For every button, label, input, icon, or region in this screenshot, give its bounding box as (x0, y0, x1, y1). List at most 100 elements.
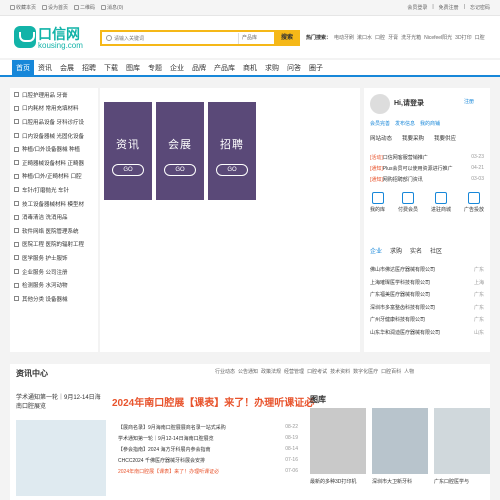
hot-search-item[interactable]: 口腔 (375, 34, 385, 41)
promo-news[interactable]: 资讯 GO (104, 102, 152, 200)
hot-search-item[interactable]: 3D打印 (455, 34, 471, 41)
news-tab[interactable]: 政策法规 (261, 368, 281, 375)
forgot-password-link[interactable]: 忘记密码 (470, 4, 490, 11)
promo-jobs[interactable]: 招聘 GO (208, 102, 256, 200)
site-logo[interactable]: 口信网 kousing.com (14, 24, 86, 52)
side-news-image[interactable] (16, 420, 106, 496)
news-tab[interactable]: 经营管理 (284, 368, 304, 375)
messages-link[interactable]: 消息(0) (101, 4, 123, 11)
category-item[interactable]: 医院工程 医院的辐射工程 (10, 238, 98, 252)
qrcode-link[interactable]: 二维码 (74, 4, 95, 11)
news-tab[interactable]: 技术资料 (330, 368, 350, 375)
go-button[interactable]: GO (164, 164, 196, 176)
category-item[interactable]: 企业服务 公司注册 (10, 265, 98, 279)
news-tab[interactable]: 数字化医疗 (353, 368, 378, 375)
quick-vip[interactable]: 付费会员 (398, 192, 418, 213)
news-item[interactable]: 【参会指南】2024 海方牙科展内参会指南 08-14 (118, 446, 298, 457)
gallery-image[interactable] (434, 408, 490, 474)
go-button[interactable]: GO (112, 164, 144, 176)
category-item[interactable]: 口腔用品设备 牙科诊疗设 (10, 115, 98, 129)
login-link[interactable]: 会员登录 (407, 4, 427, 11)
nav-purchase[interactable]: 求购 (261, 60, 283, 77)
tab-community[interactable]: 社区 (430, 246, 442, 255)
hot-search-item[interactable]: Nicefeel阳光 (424, 34, 452, 41)
panel-register-link[interactable]: 注册 (464, 98, 474, 105)
news-item[interactable]: 【展商名录】9月海南口腔展展商名录一站式采购 08-22 (118, 424, 298, 435)
tab-purchase[interactable]: 求购 (390, 246, 402, 255)
quick-mall[interactable]: 进驻商城 (431, 192, 451, 213)
category-item[interactable]: 其他分类 设备器械 (10, 292, 98, 306)
news-tab[interactable]: 人物 (404, 368, 414, 375)
news-tab[interactable]: 公告通知 (238, 368, 258, 375)
side-news-title[interactable]: 学术通知第一轮｜9月12-14日海南口腔展览 (16, 394, 106, 412)
category-item[interactable]: 口腔护理用品 牙膏 (10, 88, 98, 102)
hot-search-item[interactable]: 漱口水 (357, 34, 372, 41)
nav-products[interactable]: 产品库 (210, 60, 239, 77)
category-item[interactable]: 技工设备器械材料 模型材 (10, 197, 98, 211)
member-link[interactable]: 会员完善 (370, 120, 390, 127)
nav-business[interactable]: 商机 (239, 60, 261, 77)
news-tab[interactable]: 行业动态 (215, 368, 235, 375)
tab-companies[interactable]: 企业 (370, 246, 382, 255)
go-button[interactable]: GO (216, 164, 248, 176)
nav-expo[interactable]: 会展 (56, 60, 78, 77)
shop-link[interactable]: 我的商铺 (420, 120, 440, 127)
company-row[interactable]: 佛山市佛达医疗器械有限公司 广东 (370, 266, 484, 279)
nav-download[interactable]: 下载 (100, 60, 122, 77)
nav-brands[interactable]: 品牌 (188, 60, 210, 77)
notice-row[interactable]: [通知]网购招聘部门资讯 03-03 (370, 176, 484, 187)
company-row[interactable]: 上海璀璨医学科技有限公司 上海 (370, 279, 484, 292)
homepage-link[interactable]: 设为首页 (42, 4, 68, 11)
nav-news[interactable]: 资讯 (34, 60, 56, 77)
company-row[interactable]: 广州牙健康科技有限公司 广东 (370, 316, 484, 329)
hot-search-item[interactable]: 洗牙光箱 (401, 34, 421, 41)
gallery-image[interactable] (372, 408, 428, 474)
nav-qa[interactable]: 问答 (283, 60, 305, 77)
nav-home[interactable]: 首页 (12, 60, 34, 77)
tab-site-news[interactable]: 网站动态 (370, 134, 392, 142)
publish-link[interactable]: 发布信息 (395, 120, 415, 127)
bookmark-link[interactable]: 收藏本页 (10, 4, 36, 11)
tab-supply[interactable]: 我要供应 (434, 134, 456, 142)
register-link[interactable]: 免费注册 (439, 4, 459, 11)
headline[interactable]: 2024年南口腔展【课表】来了！办理听课证必 (112, 394, 314, 409)
notice-row[interactable]: [活动]口信网客服营销推广 03-23 (370, 154, 484, 165)
hot-search-item[interactable]: 牙膏 (388, 34, 398, 41)
category-item[interactable]: 种植/口外设备器械 种植 (10, 142, 98, 156)
nav-topics[interactable]: 专题 (144, 60, 166, 77)
category-item[interactable]: 消毒清洁 洗消用品 (10, 210, 98, 224)
news-item[interactable]: CHCC2024 千佛医疗器械牙科展会安排 07-16 (118, 457, 298, 468)
promo-expo[interactable]: 会展 GO (156, 102, 204, 200)
news-tab[interactable]: 口腔考试 (307, 368, 327, 375)
nav-gallery[interactable]: 图库 (122, 60, 144, 77)
news-item[interactable]: 2024年南口腔展【课表】来了！办理听课证必 07-06 (118, 468, 298, 479)
search-button[interactable]: 搜索 (274, 30, 300, 46)
news-tab[interactable]: 口腔百科 (381, 368, 401, 375)
company-row[interactable]: 山东华和润迪医疗器械有限公司 山东 (370, 329, 484, 342)
category-item[interactable]: 车针/打磨抛光 车针 (10, 183, 98, 197)
category-item[interactable]: 种植/口外/正畸材料 口腔 (10, 170, 98, 184)
category-item[interactable]: 检测服务 水河动物 (10, 278, 98, 292)
notice-row[interactable]: [通知]Plus会员可以使用资源进行推广 04-21 (370, 165, 484, 176)
quick-library[interactable]: 我的库 (370, 192, 385, 213)
gallery-image[interactable] (310, 408, 366, 474)
tab-verified[interactable]: 实名 (410, 246, 422, 255)
nav-circle[interactable]: 圈子 (305, 60, 327, 77)
category-item[interactable]: 医学服务 护士服饰 (10, 251, 98, 265)
nav-companies[interactable]: 企业 (166, 60, 188, 77)
company-row[interactable]: 深圳市多富整齿科技有限公司 广东 (370, 304, 484, 317)
category-item[interactable]: 口内设备器械 光固化设备 (10, 129, 98, 143)
category-item[interactable]: 软件网络 医院管理系统 (10, 224, 98, 238)
hot-search-item[interactable]: 口腔 (475, 34, 485, 41)
quick-ads[interactable]: 广告投放 (464, 192, 484, 213)
category-item[interactable]: 正畸器械设备材料 正畸器 (10, 156, 98, 170)
category-item[interactable]: 口内耗材 常用充填材料 (10, 102, 98, 116)
search-input[interactable] (114, 33, 234, 44)
company-row[interactable]: 广东福美医疗器械有限公司 广东 (370, 291, 484, 304)
tab-buy[interactable]: 我要采购 (402, 134, 424, 142)
search-scope-select[interactable]: 产品库 (238, 33, 274, 44)
nav-jobs[interactable]: 招聘 (78, 60, 100, 77)
login-greeting[interactable]: Hi,请登录 (394, 98, 424, 108)
news-item[interactable]: 学术通知第一轮｜9月12-14日海南口腔展览 08-19 (118, 435, 298, 446)
hot-search-item[interactable]: 电动牙刷 (334, 34, 354, 41)
